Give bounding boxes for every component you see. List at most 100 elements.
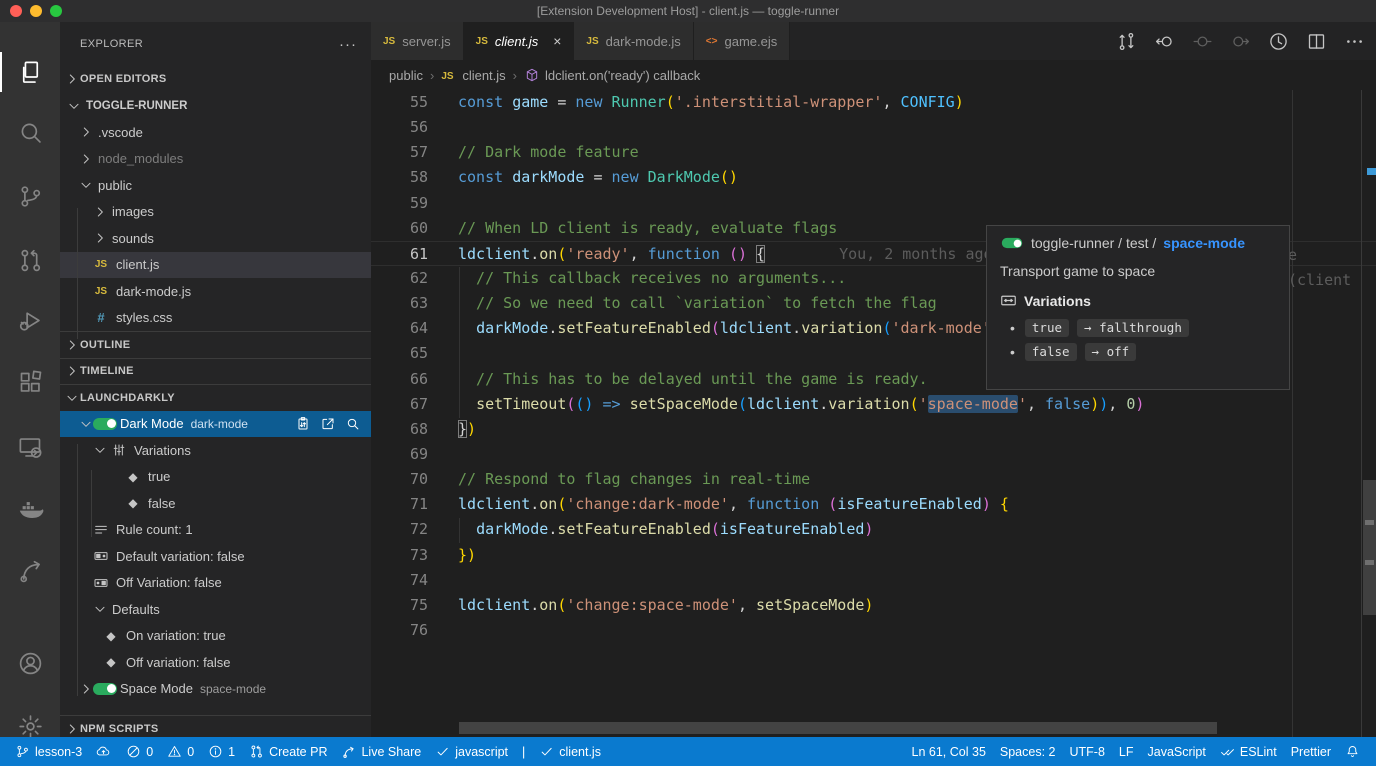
- variation-true[interactable]: ◆true: [60, 464, 371, 491]
- section-timeline[interactable]: TIMELINE: [60, 358, 371, 385]
- activity-run-debug-icon[interactable]: [0, 296, 60, 344]
- folder-vscode[interactable]: .vscode: [60, 119, 371, 146]
- clipboard-action-icon[interactable]: [295, 416, 311, 432]
- code-line-55[interactable]: 55const game = new Runner('.interstitial…: [371, 90, 1376, 115]
- encoding[interactable]: UTF-8: [1062, 737, 1111, 766]
- file-styles-css[interactable]: #styles.css: [60, 305, 371, 332]
- folder-sounds[interactable]: sounds: [60, 225, 371, 252]
- line-number[interactable]: 66: [371, 367, 428, 392]
- warning-count[interactable]: 0: [160, 737, 201, 766]
- run-icon[interactable]: [1264, 27, 1292, 55]
- step-forward-icon[interactable]: [1226, 27, 1254, 55]
- eol[interactable]: LF: [1112, 737, 1141, 766]
- error-count[interactable]: 0: [119, 737, 160, 766]
- code-line-71[interactable]: 71ldclient.on('change:dark-mode', functi…: [371, 492, 1376, 517]
- code-line-57[interactable]: 57// Dark mode feature: [371, 140, 1376, 165]
- eslint-status[interactable]: ESLint: [1213, 737, 1284, 766]
- line-number[interactable]: 67: [371, 392, 428, 417]
- more-actions-icon[interactable]: [1340, 27, 1368, 55]
- line-number[interactable]: 59: [371, 191, 428, 216]
- tab-server.js[interactable]: JSserver.js: [371, 22, 464, 60]
- line-number[interactable]: 73: [371, 543, 428, 568]
- line-number[interactable]: 69: [371, 442, 428, 467]
- create-pr[interactable]: Create PR: [242, 737, 334, 766]
- line-number[interactable]: 55: [371, 90, 428, 115]
- split-editor-icon[interactable]: [1302, 27, 1330, 55]
- file-client-js[interactable]: JSclient.js: [60, 252, 371, 279]
- default-on-variation[interactable]: ◆On variation: true: [60, 623, 371, 650]
- folder-public[interactable]: public: [60, 172, 371, 199]
- activity-live-share-icon[interactable]: [0, 546, 60, 594]
- line-number[interactable]: 56: [371, 115, 428, 140]
- flag-variations[interactable]: Variations: [60, 437, 371, 464]
- line-number[interactable]: 64: [371, 316, 428, 341]
- flag-defaults[interactable]: Defaults: [60, 596, 371, 623]
- cursor-position[interactable]: Ln 61, Col 35: [905, 737, 993, 766]
- code-line-73[interactable]: 73}): [371, 543, 1376, 568]
- line-number[interactable]: 71: [371, 492, 428, 517]
- breadcrumb-item[interactable]: ldclient.on('ready') callback: [524, 67, 700, 83]
- breadcrumb-item[interactable]: JSclient.js: [441, 67, 505, 83]
- search-small-action-icon[interactable]: [345, 416, 361, 432]
- prettier-status[interactable]: Prettier: [1284, 737, 1338, 766]
- tab-dark-mode.js[interactable]: JSdark-mode.js: [574, 22, 693, 60]
- activity-extensions-icon[interactable]: [0, 358, 60, 406]
- explorer-more-actions-icon[interactable]: ···: [339, 36, 357, 53]
- code-line-56[interactable]: 56: [371, 115, 1376, 140]
- info-count[interactable]: 1: [201, 737, 242, 766]
- activity-accounts-icon[interactable]: [0, 639, 60, 687]
- status-divider[interactable]: |: [515, 737, 532, 766]
- flag-link[interactable]: space-mode: [1163, 235, 1245, 251]
- line-number[interactable]: 76: [371, 618, 428, 643]
- flag-dark-mode[interactable]: Dark Modedark-mode: [60, 411, 371, 438]
- activity-remote-explorer-icon[interactable]: [0, 423, 60, 471]
- default-variation[interactable]: Default variation: false: [60, 543, 371, 570]
- code-line-69[interactable]: 69: [371, 442, 1376, 467]
- live-share[interactable]: Live Share: [334, 737, 428, 766]
- file-dark-mode-js[interactable]: JSdark-mode.js: [60, 278, 371, 305]
- activity-source-control-icon[interactable]: [0, 172, 60, 220]
- line-number[interactable]: 74: [371, 568, 428, 593]
- off-variation[interactable]: Off Variation: false: [60, 570, 371, 597]
- indentation[interactable]: Spaces: 2: [993, 737, 1063, 766]
- line-number[interactable]: 58: [371, 165, 428, 190]
- line-number[interactable]: 57: [371, 140, 428, 165]
- line-number[interactable]: 65: [371, 341, 428, 366]
- code-line-74[interactable]: 74: [371, 568, 1376, 593]
- folder-images[interactable]: images: [60, 199, 371, 226]
- activity-docker-icon[interactable]: [0, 485, 60, 533]
- external-action-icon[interactable]: [320, 416, 336, 432]
- breadcrumb-item[interactable]: public: [389, 68, 423, 83]
- step-back-icon[interactable]: [1150, 27, 1178, 55]
- tab-game.ejs[interactable]: <>game.ejs: [694, 22, 790, 60]
- branch-indicator[interactable]: lesson-3: [8, 737, 89, 766]
- activity-pull-request-icon[interactable]: [0, 236, 60, 284]
- code-line-70[interactable]: 70// Respond to flag changes in real-tim…: [371, 467, 1376, 492]
- publish-changes[interactable]: [89, 737, 119, 766]
- line-number[interactable]: 60: [371, 216, 428, 241]
- line-number[interactable]: 75: [371, 593, 428, 618]
- code-line-76[interactable]: 76: [371, 618, 1376, 643]
- linter-javascript[interactable]: javascript: [428, 737, 515, 766]
- line-number[interactable]: 63: [371, 291, 428, 316]
- folder-toggle-runner[interactable]: TOGGLE-RUNNER: [60, 93, 371, 120]
- line-number[interactable]: 68: [371, 417, 428, 442]
- code-line-75[interactable]: 75ldclient.on('change:space-mode', setSp…: [371, 593, 1376, 618]
- open-changes-icon[interactable]: [1112, 27, 1140, 55]
- code-line-67[interactable]: 67 setTimeout(() => setSpaceMode(ldclien…: [371, 392, 1376, 417]
- vertical-scrollbar-thumb[interactable]: [1363, 480, 1376, 615]
- code-line-59[interactable]: 59: [371, 191, 1376, 216]
- section-open-editors[interactable]: OPEN EDITORS: [60, 66, 371, 93]
- pause-circle-icon[interactable]: [1188, 27, 1216, 55]
- code-line-72[interactable]: 72 darkMode.setFeatureEnabled(isFeatureE…: [371, 517, 1376, 542]
- activity-search-icon[interactable]: [0, 108, 60, 156]
- line-number[interactable]: 61: [371, 242, 428, 265]
- variation-false[interactable]: ◆false: [60, 490, 371, 517]
- notifications-bell[interactable]: [1338, 737, 1368, 766]
- code-line-68[interactable]: 68}): [371, 417, 1376, 442]
- default-off-variation[interactable]: ◆Off variation: false: [60, 649, 371, 676]
- line-number[interactable]: 72: [371, 517, 428, 542]
- code-line-58[interactable]: 58const darkMode = new DarkMode(): [371, 165, 1376, 190]
- section-npm-scripts[interactable]: NPM SCRIPTS: [60, 715, 371, 737]
- section-launchdarkly[interactable]: LAUNCHDARKLY: [60, 384, 371, 411]
